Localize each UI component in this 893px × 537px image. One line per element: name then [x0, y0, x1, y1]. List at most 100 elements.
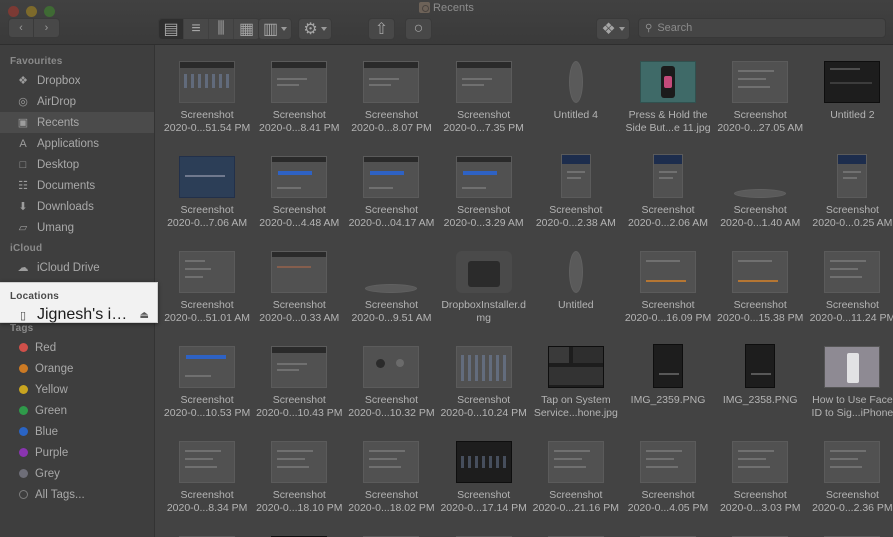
file-item[interactable]: Screenshot 2020-0...17.14 PM — [438, 431, 530, 526]
file-item[interactable]: Screenshot 2020-0...2.38 AM — [530, 146, 622, 241]
sidebar-item-tag-orange[interactable]: Orange — [0, 358, 154, 379]
file-item[interactable]: Untitled — [530, 241, 622, 336]
spotlight-callout-locations: Locations ▯ Jignesh's iPhone ⏏ — [0, 282, 158, 323]
file-item[interactable]: Screenshot 2020-0...15.38 PM — [714, 241, 806, 336]
file-item[interactable]: Screenshot 2020-0...21.16 PM — [530, 431, 622, 526]
file-item[interactable]: Screenshot 2020-0...7.35 PM — [438, 51, 530, 146]
file-item[interactable]: Screenshot 2020-0...10.24 PM — [438, 336, 530, 431]
file-item[interactable]: Screenshot 2020-0...2.36 PM — [806, 431, 893, 526]
sidebar-item-desktop[interactable]: □ Desktop — [0, 154, 154, 175]
file-item[interactable]: Untitled 4 — [530, 51, 622, 146]
spotlight-item-iphone[interactable]: ▯ Jignesh's iPhone ⏏ — [0, 305, 157, 325]
file-thumbnail — [640, 59, 697, 103]
file-item[interactable]: Screenshot 2020-0...18.02 PM — [345, 431, 437, 526]
icon-view-button[interactable]: ▤ — [159, 19, 184, 39]
view-mode-group: ▤ ≡ ⫼ ▦ — [158, 18, 260, 40]
file-item[interactable]: How to Use Face ID to Sig...iPhone — [806, 336, 893, 431]
sidebar-icon: ▥ — [262, 21, 279, 38]
eject-icon[interactable]: ⏏ — [140, 310, 149, 321]
sidebar-item-tag-green[interactable]: Green — [0, 400, 154, 421]
file-item[interactable]: Screenshot 2020-0...4.05 PM — [622, 431, 714, 526]
sidebar-item-umang[interactable]: ▱ Umang — [0, 217, 154, 238]
sidebar-item-icloud-drive[interactable]: ☁ iCloud Drive — [0, 257, 154, 278]
file-item[interactable] — [161, 526, 253, 537]
file-item[interactable]: DropboxInstaller.d mg — [438, 241, 530, 336]
file-item[interactable] — [253, 526, 345, 537]
file-item[interactable]: Screenshot 2020-0...8.41 PM — [253, 51, 345, 146]
file-item[interactable]: Screenshot 2020-0...9.51 AM — [345, 241, 437, 336]
file-item[interactable]: Screenshot 2020-0...10.53 PM — [161, 336, 253, 431]
search-field[interactable]: ⚲ — [638, 18, 886, 38]
gallery-view-button[interactable]: ▦ — [234, 19, 259, 39]
file-grid-container[interactable]: Screenshot 2020-0...51.54 PM Screenshot 2… — [155, 45, 893, 537]
sidebar-item-tag-purple[interactable]: Purple — [0, 442, 154, 463]
file-thumbnail — [363, 344, 420, 388]
sidebar-item-tag-yellow[interactable]: Yellow — [0, 379, 154, 400]
file-item[interactable]: Tap on System Service...hone.jpg — [530, 336, 622, 431]
file-item[interactable]: IMG_2359.PNG — [622, 336, 714, 431]
sidebar-item-all-tags[interactable]: All Tags... — [0, 484, 154, 505]
finder-window: Recents ‹ › ▤ ≡ ⫼ ▦ ▥ ⚙ ⇧ ○ ❖ ⚲ Search F… — [0, 0, 893, 537]
forward-button[interactable]: › — [34, 18, 60, 38]
file-item[interactable]: Screenshot 2020-0...3.29 AM — [438, 146, 530, 241]
file-item[interactable]: Screenshot 2020-0...1.40 AM — [714, 146, 806, 241]
dropbox-menu-group: ❖ — [596, 18, 630, 40]
sidebar-toggle-button[interactable]: ▥ — [259, 19, 291, 39]
sidebar-item-label: Recents — [37, 116, 80, 129]
spotlight-item-label: Jignesh's iPhone — [37, 306, 133, 323]
file-label: Screenshot 2020-0...10.24 PM — [440, 394, 527, 419]
list-view-button[interactable]: ≡ — [184, 19, 209, 39]
sidebar-item-documents[interactable]: ☷ Documents — [0, 175, 154, 196]
file-thumbnail — [732, 154, 788, 198]
file-item[interactable] — [530, 526, 622, 537]
file-item[interactable]: Screenshot 2020-0...8.34 PM — [161, 431, 253, 526]
file-label: Screenshot 2020-0...8.07 PM — [351, 109, 432, 134]
back-button[interactable]: ‹ — [8, 18, 34, 38]
file-item[interactable]: Screenshot 2020-0...10.43 PM — [253, 336, 345, 431]
sidebar-item-tag-red[interactable]: Red — [0, 337, 154, 358]
sidebar-section-icloud: iCloud — [10, 243, 43, 254]
file-item[interactable]: Press & Hold the Side But...e 11.jpg — [622, 51, 714, 146]
action-menu-group: ⚙ — [298, 18, 332, 40]
file-item[interactable]: Untitled 2 — [806, 51, 893, 146]
sidebar-item-recents[interactable]: ▣ Recents — [0, 112, 154, 133]
action-menu-button[interactable]: ⚙ — [299, 19, 331, 39]
sidebar-item-label: Documents — [37, 179, 96, 192]
file-item[interactable] — [345, 526, 437, 537]
downloads-icon: ⬇ — [18, 201, 28, 213]
file-item[interactable]: IMG_2358.PNG — [714, 336, 806, 431]
sidebar-item-applications[interactable]: A Applications — [0, 133, 154, 154]
file-label: Tap on System Service...hone.jpg — [533, 394, 618, 419]
file-item[interactable]: Screenshot 2020-0...10.32 PM — [345, 336, 437, 431]
dropbox-button[interactable]: ❖ — [597, 19, 629, 39]
column-view-button[interactable]: ⫼ — [209, 19, 234, 39]
search-input[interactable] — [657, 22, 879, 34]
file-item[interactable]: Screenshot 2020-0...18.10 PM — [253, 431, 345, 526]
share-button[interactable]: ⇧ — [369, 19, 394, 39]
sidebar-item-downloads[interactable]: ⬇ Downloads — [0, 196, 154, 217]
file-item[interactable]: Screenshot 2020-0...11.24 PM — [806, 241, 893, 336]
sidebar-item-airdrop[interactable]: ◎ AirDrop — [0, 91, 154, 112]
sidebar-item-dropbox[interactable]: ❖ Dropbox — [0, 70, 154, 91]
file-item[interactable]: Screenshot 2020-0...51.54 PM — [161, 51, 253, 146]
file-item[interactable]: Screenshot 2020-0...27.05 AM — [714, 51, 806, 146]
sidebar-item-tag-blue[interactable]: Blue — [0, 421, 154, 442]
file-item[interactable]: Screenshot 2020-0...4.48 AM — [253, 146, 345, 241]
file-item[interactable]: Screenshot 2020-0...16.09 PM — [622, 241, 714, 336]
file-item[interactable]: Screenshot 2020-0...04.17 AM — [345, 146, 437, 241]
file-item[interactable]: Screenshot 2020-0...0.33 AM — [253, 241, 345, 336]
clock-icon: ▣ — [17, 117, 29, 129]
file-item[interactable]: Screenshot 2020-0...51.01 AM — [161, 241, 253, 336]
file-label: Press & Hold the Side But...e 11.jpg — [625, 109, 711, 134]
file-item[interactable] — [806, 526, 893, 537]
file-item[interactable]: Screenshot 2020-0...8.07 PM — [345, 51, 437, 146]
tag-button[interactable]: ○ — [406, 19, 431, 39]
file-item[interactable] — [622, 526, 714, 537]
sidebar-item-tag-grey[interactable]: Grey — [0, 463, 154, 484]
file-item[interactable] — [438, 526, 530, 537]
file-item[interactable] — [714, 526, 806, 537]
file-item[interactable]: Screenshot 2020-0...7.06 AM — [161, 146, 253, 241]
file-item[interactable]: Screenshot 2020-0...0.25 AM — [806, 146, 893, 241]
file-item[interactable]: Screenshot 2020-0...2.06 AM — [622, 146, 714, 241]
file-item[interactable]: Screenshot 2020-0...3.03 PM — [714, 431, 806, 526]
